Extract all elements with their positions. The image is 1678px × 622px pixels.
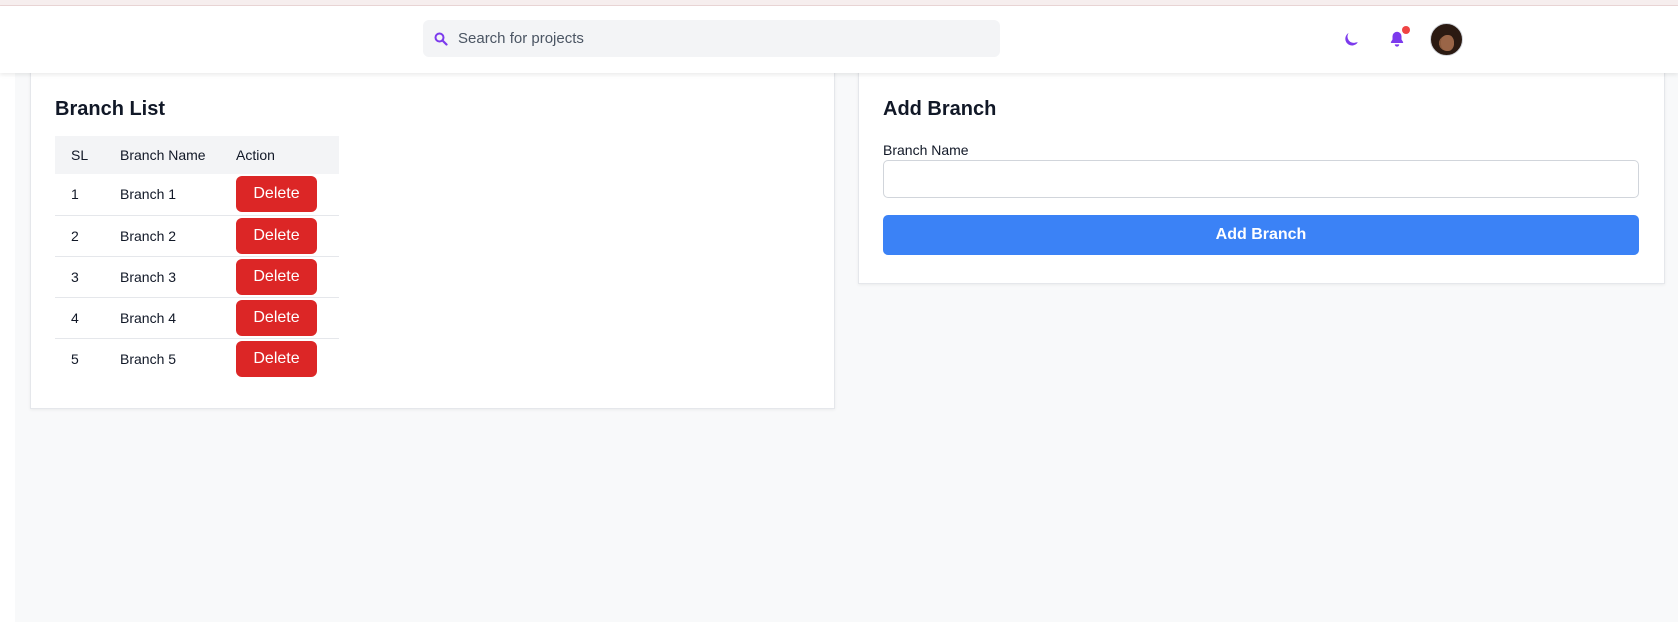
top-header — [0, 6, 1678, 73]
add-branch-title: Add Branch — [883, 98, 997, 120]
delete-button[interactable]: Delete — [236, 258, 317, 295]
row-sl: 5 — [71, 350, 79, 367]
avatar[interactable] — [1430, 23, 1463, 56]
search-icon — [434, 32, 448, 46]
table-header-row: SL Branch Name Action — [55, 136, 339, 174]
branch-list-card: Branch List SL Branch Name Action 1 Bran… — [30, 69, 835, 409]
column-header-branch-name: Branch Name — [120, 147, 206, 163]
row-branch-name: Branch 5 — [120, 350, 177, 367]
delete-button[interactable]: Delete — [236, 340, 317, 377]
table-row: 3 Branch 3 Delete — [55, 256, 339, 297]
row-branch-name: Branch 1 — [120, 186, 177, 203]
moon-icon[interactable] — [1341, 28, 1363, 50]
delete-button[interactable]: Delete — [236, 176, 317, 213]
table-row: 2 Branch 2 Delete — [55, 215, 339, 256]
row-branch-name: Branch 3 — [120, 268, 177, 285]
search-input[interactable] — [458, 20, 1000, 57]
search-bar[interactable] — [423, 20, 1000, 57]
add-branch-card: Add Branch Branch Name Add Branch — [858, 69, 1665, 284]
row-branch-name: Branch 4 — [120, 309, 177, 326]
branch-table: SL Branch Name Action 1 Branch 1 Delete … — [55, 136, 339, 379]
column-header-sl: SL — [71, 147, 89, 163]
branch-name-label: Branch Name — [883, 142, 969, 158]
delete-button[interactable]: Delete — [236, 299, 317, 336]
add-branch-button[interactable]: Add Branch — [883, 215, 1639, 255]
row-sl: 4 — [71, 309, 79, 326]
column-header-action: Action — [236, 147, 275, 163]
row-sl: 1 — [71, 186, 79, 203]
notification-dot — [1402, 26, 1410, 34]
row-sl: 3 — [71, 268, 79, 285]
table-row: 4 Branch 4 Delete — [55, 297, 339, 338]
branch-name-field[interactable] — [883, 160, 1639, 198]
table-row: 5 Branch 5 Delete — [55, 338, 339, 379]
delete-button[interactable]: Delete — [236, 217, 317, 254]
row-branch-name: Branch 2 — [120, 227, 177, 244]
avatar-face — [1441, 35, 1454, 51]
row-sl: 2 — [71, 227, 79, 244]
branch-list-title: Branch List — [55, 98, 166, 120]
table-row: 1 Branch 1 Delete — [55, 174, 339, 215]
bell-icon[interactable] — [1386, 26, 1410, 50]
main-content: Branch List SL Branch Name Action 1 Bran… — [15, 69, 1678, 622]
